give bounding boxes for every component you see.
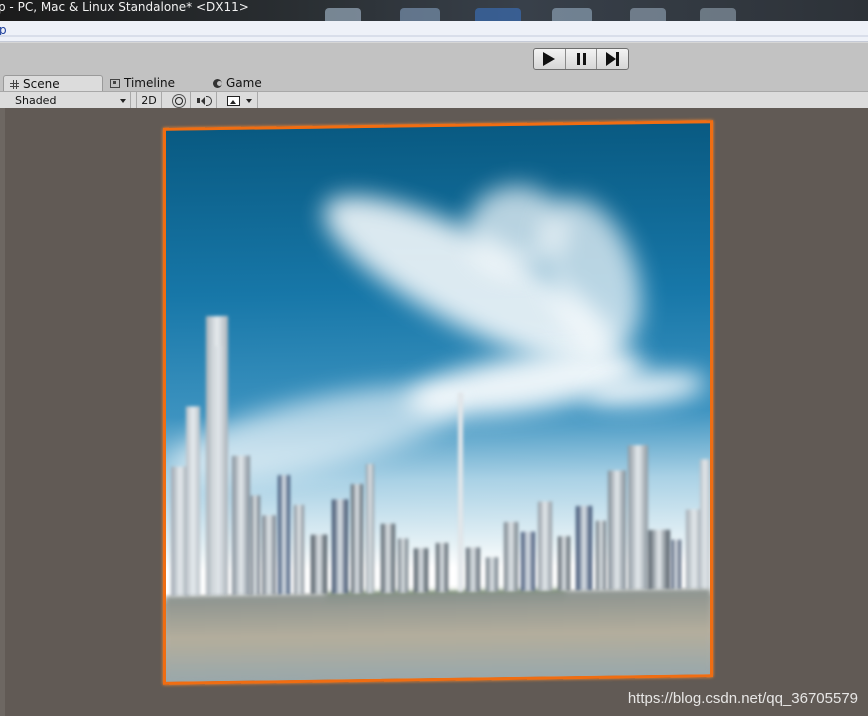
speaker-icon	[196, 95, 212, 106]
main-toolbar	[0, 42, 868, 75]
taskbar-thumbnail	[325, 8, 361, 21]
menu-bar: p	[0, 21, 868, 42]
skyline-building	[436, 542, 448, 594]
play-icon	[543, 52, 556, 66]
grid-icon	[10, 79, 19, 89]
skyline-building	[700, 459, 710, 590]
skyline-building	[398, 538, 408, 594]
skyline-building	[628, 445, 648, 591]
taskbar-thumbnail	[552, 8, 592, 21]
draw-mode-dropdown[interactable]: Shaded	[7, 92, 131, 109]
taskbar-thumbnail	[400, 8, 440, 21]
skyline-building	[608, 470, 626, 591]
lighting-toggle-button[interactable]	[168, 92, 191, 109]
skyline-building	[648, 529, 670, 591]
skyline-building	[414, 548, 428, 594]
skyline-building	[366, 463, 374, 595]
pause-button[interactable]	[566, 49, 598, 69]
skyline-building	[294, 504, 304, 596]
skyline-building	[278, 475, 290, 596]
tab-game[interactable]: Game	[213, 75, 262, 91]
tab-scene-label: Scene	[23, 77, 60, 91]
effects-dropdown[interactable]	[221, 92, 258, 109]
skyline-building	[232, 455, 250, 596]
playback-controls	[533, 48, 629, 70]
skyline-building	[381, 523, 395, 594]
image-icon	[226, 95, 240, 106]
tab-timeline[interactable]: Timeline	[110, 75, 175, 91]
timeline-icon	[110, 78, 120, 88]
motion-blur-ground	[166, 589, 710, 682]
skyline-building	[458, 392, 463, 593]
2d-toggle-button[interactable]: 2D	[136, 92, 162, 109]
skyline-building	[250, 495, 260, 596]
skyline-building	[262, 515, 276, 596]
city-skyline	[166, 123, 710, 597]
taskbar-thumbnail	[630, 8, 666, 21]
skyline-building	[214, 346, 222, 597]
skyline-building	[486, 557, 498, 593]
skyline-building	[521, 531, 535, 592]
watermark-text: https://blog.csdn.net/qq_36705579	[627, 690, 858, 707]
game-icon	[213, 78, 222, 88]
skyline-building	[351, 484, 363, 595]
tab-timeline-label: Timeline	[124, 76, 176, 90]
step-button[interactable]	[597, 49, 628, 69]
skyline-building	[576, 505, 592, 592]
skyline-building	[596, 520, 606, 591]
chevron-down-icon	[120, 98, 126, 103]
menu-divider	[0, 35, 868, 37]
chevron-down-icon	[245, 98, 252, 103]
draw-mode-label: Shaded	[15, 94, 57, 107]
sun-icon	[175, 96, 183, 105]
audio-toggle-button[interactable]	[192, 92, 217, 109]
editor-tabs: Scene Timeline Game	[0, 74, 868, 92]
taskbar-thumbnail	[700, 8, 736, 21]
pause-icon	[576, 53, 586, 65]
viewport-edge	[0, 108, 5, 716]
skyline-building	[332, 499, 348, 595]
scene-viewport[interactable]: https://blog.csdn.net/qq_36705579	[0, 108, 868, 716]
skyline-building	[466, 547, 480, 593]
step-icon	[606, 52, 620, 66]
skyline-building	[186, 406, 200, 597]
skyline-building	[504, 521, 518, 593]
skyline-building	[671, 539, 681, 590]
tab-game-label: Game	[226, 76, 262, 90]
title-bar: p - PC, Mac & Linux Standalone* <DX11>	[0, 0, 868, 21]
window-title: p - PC, Mac & Linux Standalone* <DX11>	[0, 0, 249, 14]
play-button[interactable]	[534, 49, 566, 69]
skyline-building	[311, 534, 327, 595]
taskbar-thumbnail	[475, 8, 521, 21]
selected-quad-object[interactable]	[163, 120, 713, 685]
2d-toggle-label: 2D	[141, 94, 157, 107]
skyline-building	[538, 501, 552, 592]
tab-scene[interactable]: Scene	[3, 75, 103, 92]
skyline-building	[558, 536, 570, 592]
